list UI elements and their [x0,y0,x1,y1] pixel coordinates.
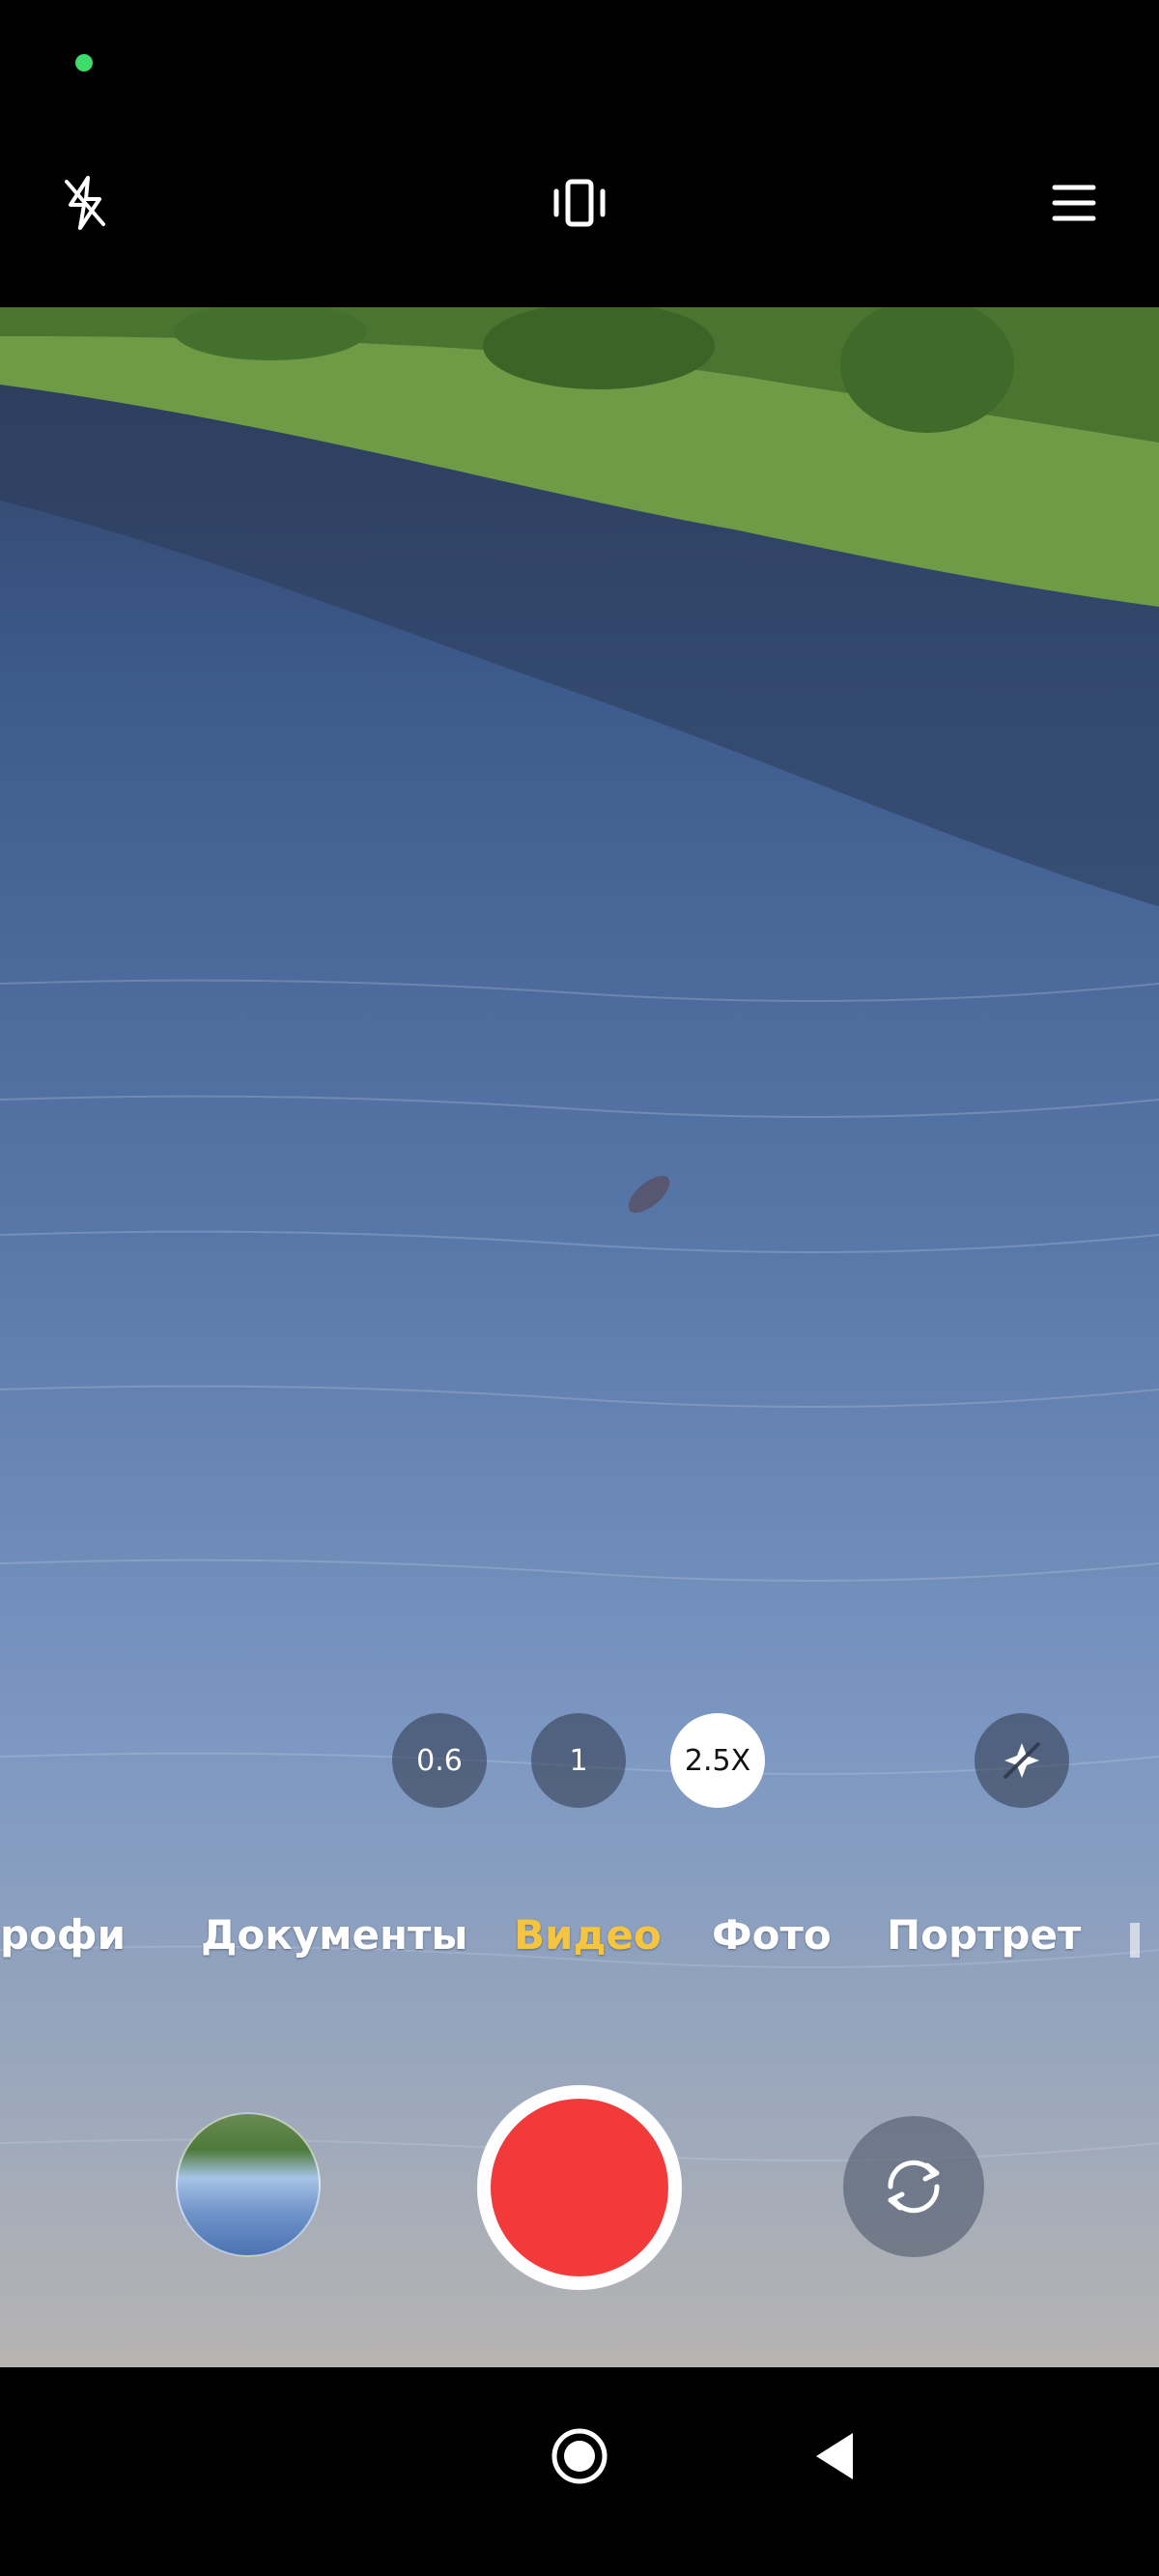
back-triangle-icon[interactable] [777,2398,892,2514]
mode-item-documents[interactable]: Документы [201,1911,467,1959]
status-indicator-dot [75,54,93,72]
menu-icon[interactable] [1016,145,1132,261]
zoom-1-button[interactable]: 1 [531,1713,626,1808]
mode-selector[interactable]: рофи Документы Видео Фото Портрет [0,1902,1159,1979]
mode-item-photo[interactable]: Фото [712,1911,832,1959]
switch-camera-icon[interactable] [843,2116,984,2257]
mode-item-profi[interactable]: рофи [0,1911,126,1959]
stabilization-icon[interactable] [522,145,637,261]
mode-next-indicator [1130,1923,1140,1958]
camera-viewfinder[interactable] [0,307,1159,2367]
camera-top-bar [0,145,1159,261]
zoom-0-6-button[interactable]: 0.6 [392,1713,487,1808]
system-nav-bar [0,2367,1159,2576]
record-button[interactable] [477,2085,682,2290]
viewfinder-scene [0,307,1159,2367]
zoom-2-5x-button[interactable]: 2.5X [670,1713,765,1808]
sparkle-effect-icon[interactable] [975,1713,1069,1808]
record-button-inner [491,2099,668,2276]
gallery-thumbnail[interactable] [176,2112,321,2257]
mode-item-video[interactable]: Видео [514,1911,662,1959]
home-circle-icon[interactable] [522,2398,637,2514]
mode-item-portrait[interactable]: Портрет [887,1911,1081,1959]
flash-off-icon[interactable] [27,145,143,261]
